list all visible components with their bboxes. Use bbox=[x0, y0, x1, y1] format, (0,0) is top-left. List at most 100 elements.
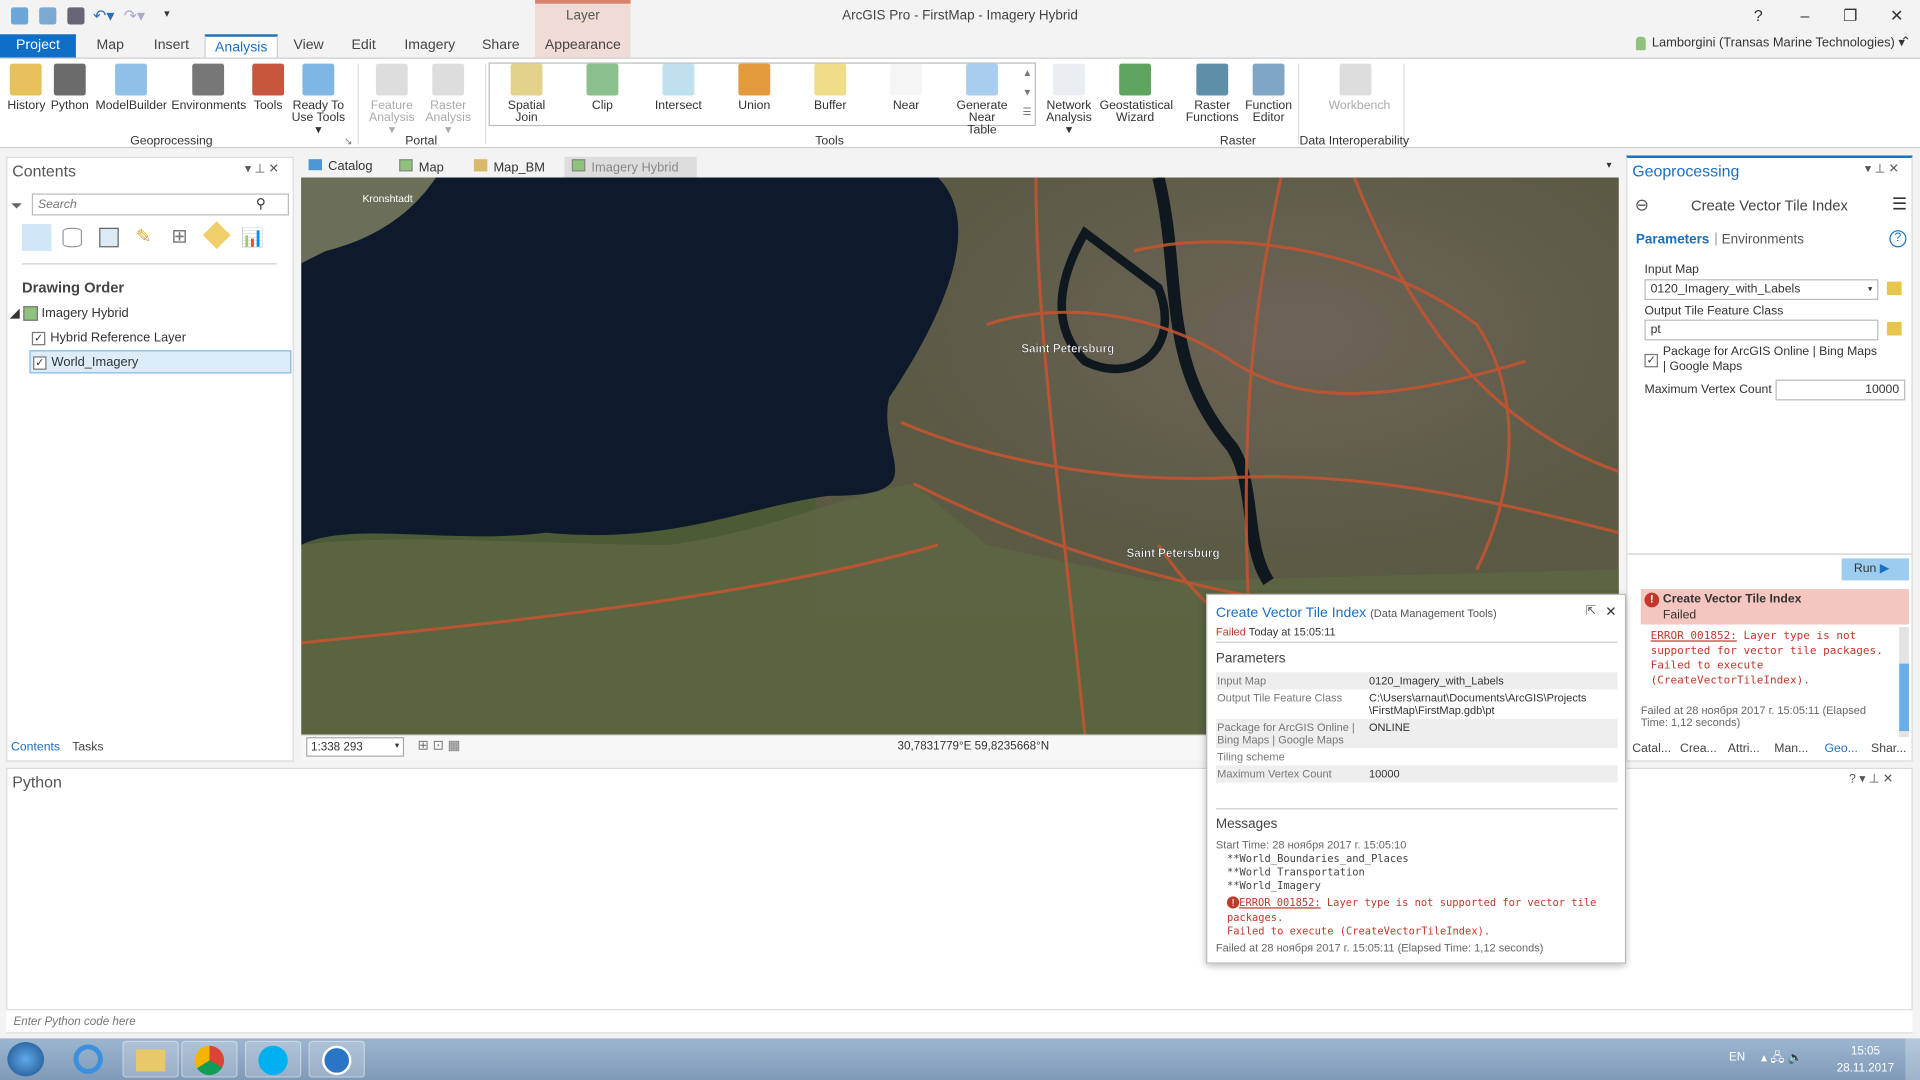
list-by-snapping-icon[interactable]: ⊞ bbox=[171, 224, 187, 248]
tab-contents[interactable]: Contents bbox=[11, 741, 60, 754]
contents-search-input[interactable] bbox=[37, 198, 247, 212]
ribbon-button-network[interactable]: Network Analysis ▾ bbox=[1043, 63, 1094, 137]
ribbon-button-feature[interactable]: Feature Analysis ▾ bbox=[367, 63, 416, 137]
ribbon-button-ready-to[interactable]: Ready To Use Tools ▾ bbox=[290, 63, 346, 137]
skype-icon[interactable] bbox=[244, 1040, 302, 1078]
ribbon-button-raster[interactable]: Raster Functions bbox=[1185, 63, 1239, 125]
ribbon-button-spatial[interactable]: Spatial Join bbox=[502, 63, 551, 125]
list-by-selection-icon[interactable] bbox=[99, 227, 119, 248]
ribbon-button-workbench[interactable]: Workbench bbox=[1329, 63, 1390, 113]
ribbon-button-history[interactable]: History bbox=[7, 63, 45, 113]
ribbon-button-tools[interactable]: Tools bbox=[251, 63, 285, 113]
python-input-row[interactable] bbox=[6, 1008, 1913, 1033]
package-checkbox[interactable]: ✓ bbox=[1644, 353, 1662, 368]
python-input[interactable] bbox=[13, 1015, 749, 1029]
tab-parameters[interactable]: Parameters bbox=[1636, 233, 1709, 248]
close-window-button[interactable]: ✕ bbox=[1884, 6, 1908, 26]
browse-icon[interactable] bbox=[1886, 322, 1902, 336]
layer-row[interactable]: ✓ Hybrid Reference Layer bbox=[31, 331, 186, 345]
tab-map[interactable]: Map bbox=[88, 34, 132, 57]
tab-analysis[interactable]: Analysis bbox=[204, 34, 278, 58]
ribbon-button-function[interactable]: Function Editor bbox=[1242, 63, 1296, 125]
language-indicator[interactable]: EN bbox=[1729, 1051, 1745, 1064]
browse-icon[interactable] bbox=[1886, 281, 1902, 296]
tab-edit[interactable]: Edit bbox=[343, 34, 385, 57]
back-icon[interactable]: ⊖ bbox=[1635, 195, 1649, 216]
chrome-icon[interactable] bbox=[181, 1040, 238, 1078]
clock[interactable]: 15:05 28.11.2017 bbox=[1837, 1043, 1894, 1077]
tab-project[interactable]: Project bbox=[0, 34, 76, 58]
explorer-icon[interactable] bbox=[122, 1040, 179, 1078]
help-button[interactable]: ? bbox=[1746, 6, 1770, 24]
input-map-select[interactable]: 0120_Imagery_with_Labels ▾ bbox=[1644, 279, 1879, 301]
search-icon[interactable]: ⚲ bbox=[256, 196, 266, 212]
ribbon-button-intersect[interactable]: Intersect bbox=[654, 63, 703, 113]
tab-share[interactable]: Share bbox=[475, 34, 526, 57]
list-by-charts-icon[interactable]: 📊 bbox=[241, 227, 264, 249]
layer-visibility-checkbox[interactable]: ✓ bbox=[31, 331, 46, 345]
gp-pane-controls[interactable]: ▾ ⊥ ✕ bbox=[1865, 163, 1899, 176]
output-input[interactable]: pt bbox=[1644, 319, 1879, 341]
ribbon-button-python[interactable]: Python bbox=[49, 63, 91, 113]
popup-close-icon[interactable]: ✕ bbox=[1605, 604, 1616, 620]
view-tab-catalog[interactable]: Catalog bbox=[308, 159, 372, 174]
show-desktop-button[interactable] bbox=[1905, 1038, 1920, 1080]
geoprocessing-launcher-icon[interactable]: ↘ bbox=[344, 136, 352, 147]
error-code-link[interactable]: ERROR 001852: bbox=[1239, 898, 1320, 910]
layer-visibility-checkbox[interactable]: ✓ bbox=[33, 355, 47, 370]
gp-scrollbar[interactable] bbox=[1899, 626, 1909, 738]
run-button[interactable]: Run ▶ bbox=[1841, 558, 1909, 581]
tab-attributes[interactable]: Attri... bbox=[1728, 742, 1760, 755]
list-by-drawing-order-icon[interactable] bbox=[22, 224, 52, 252]
contents-search[interactable]: ⚲ bbox=[31, 193, 289, 216]
ribbon-button-buffer[interactable]: Buffer bbox=[806, 63, 855, 113]
contents-pane-controls[interactable]: ▾ ⊥ ✕ bbox=[245, 163, 279, 176]
restore-button[interactable]: ❐ bbox=[1838, 6, 1862, 26]
collapse-ribbon-icon[interactable]: ⌃ bbox=[1900, 36, 1910, 49]
python-pane-controls[interactable]: ? ▾ ⊥ ✕ bbox=[1849, 773, 1893, 786]
tab-share[interactable]: Shar... bbox=[1871, 742, 1906, 755]
ie-icon[interactable] bbox=[61, 1041, 117, 1078]
tabs-overflow-icon[interactable]: ▾ bbox=[1607, 159, 1612, 170]
user-account[interactable]: Lamborgini (Transas Marine Technologies)… bbox=[1635, 36, 1905, 50]
ribbon-button-generate[interactable]: Generate Near Table bbox=[953, 63, 1012, 137]
ribbon-button-clip[interactable]: Clip bbox=[578, 63, 627, 113]
ribbon-button-near[interactable]: Near bbox=[882, 63, 931, 113]
tab-tasks[interactable]: Tasks bbox=[72, 741, 103, 754]
view-tab-imagery-hybrid[interactable]: Imagery Hybrid ✕ bbox=[564, 156, 697, 190]
tab-view[interactable]: View bbox=[287, 34, 331, 57]
menu-icon[interactable]: ☰ bbox=[1892, 193, 1907, 214]
arcgis-pro-icon[interactable] bbox=[308, 1040, 365, 1078]
ribbon-button-environments[interactable]: Environments bbox=[171, 63, 246, 113]
tab-create[interactable]: Crea... bbox=[1680, 742, 1717, 755]
help-icon[interactable]: ? bbox=[1889, 230, 1907, 248]
map-node[interactable]: ◢ Imagery Hybrid bbox=[10, 306, 129, 322]
view-tab-map-bm[interactable]: Map_BM bbox=[473, 159, 545, 175]
tab-insert[interactable]: Insert bbox=[144, 34, 198, 57]
layer-row-selected[interactable]: ✓ World_Imagery bbox=[29, 350, 292, 374]
scale-selector[interactable]: 1:338 293 ▾ bbox=[306, 737, 405, 757]
tab-appearance[interactable]: Appearance bbox=[535, 34, 631, 57]
map-status-tools[interactable]: ⊞ ⊡ ▦ bbox=[418, 737, 461, 753]
ribbon-button-geostatistical[interactable]: Geostatistical Wizard bbox=[1100, 63, 1173, 125]
tab-catalog[interactable]: Catal... bbox=[1632, 742, 1671, 755]
start-button[interactable] bbox=[7, 1042, 45, 1077]
filter-icon[interactable]: ⏷ bbox=[11, 197, 23, 215]
contents-bottom-tabs: Contents Tasks bbox=[6, 738, 294, 760]
ribbon-button-union[interactable]: Union bbox=[730, 63, 779, 113]
tab-manage[interactable]: Man... bbox=[1774, 742, 1808, 755]
popout-icon[interactable]: ⇱ bbox=[1586, 605, 1596, 618]
tab-imagery[interactable]: Imagery bbox=[397, 34, 463, 57]
vertex-input[interactable]: 10000 bbox=[1775, 379, 1906, 401]
tray-icons[interactable]: ▴ 🖧 🔈 bbox=[1761, 1049, 1803, 1070]
list-by-editing-icon[interactable]: ✎ bbox=[136, 225, 151, 248]
minimize-button[interactable]: – bbox=[1793, 6, 1817, 24]
tab-geoprocessing[interactable]: Geo... bbox=[1819, 738, 1863, 760]
ribbon-button-raster[interactable]: Raster Analysis ▾ bbox=[424, 63, 473, 137]
tab-environments[interactable]: Environments bbox=[1722, 233, 1804, 248]
error-code-link[interactable]: ERROR 001852: bbox=[1651, 631, 1737, 643]
ribbon-button-modelbuilder[interactable]: ModelBuilder bbox=[96, 63, 167, 113]
view-tab-map[interactable]: Map bbox=[399, 159, 444, 175]
list-by-source-icon[interactable] bbox=[62, 227, 83, 248]
gallery-scroll[interactable]: ▲ ▼ ☰ bbox=[1022, 64, 1032, 123]
